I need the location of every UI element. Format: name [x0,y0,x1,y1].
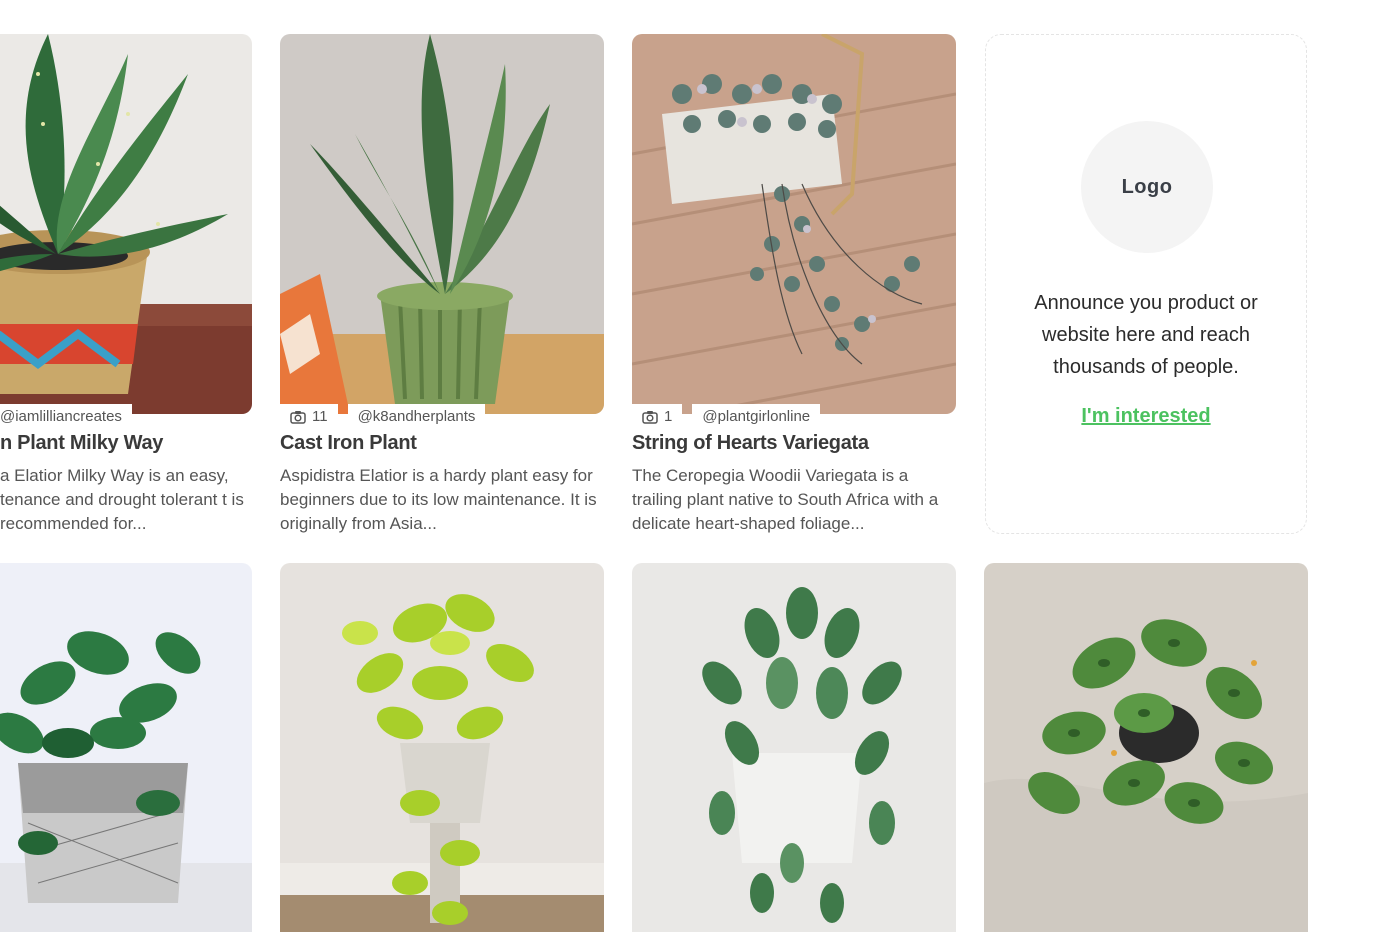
plant-photo-image [0,34,252,414]
plant-card[interactable]: 1 @plantgirlonline String of Hearts Vari… [632,34,956,533]
plant-gallery: @iamlilliancreates n Plant Milky Way a E… [0,0,1395,932]
plant-card[interactable] [280,563,604,932]
plant-photo-image [984,563,1308,932]
plant-photo[interactable] [0,34,252,414]
promo-card: Logo Announce you product or website her… [985,34,1307,534]
card-description: a Elatior Milky Way is an easy, tenance … [0,466,244,533]
photo-count: 11 [312,408,328,425]
photo-count: 1 [664,408,673,425]
plant-photo-image [280,563,604,932]
card-title[interactable]: Cast Iron Plant [280,432,620,455]
author-handle[interactable]: @k8andherplants [347,404,486,430]
plant-card[interactable]: 11 @k8andherplants Cast Iron Plant Aspid… [280,34,604,533]
author-handle[interactable]: @iamlilliancreates [0,404,132,430]
plant-photo-image [632,34,956,414]
author-handle[interactable]: @plantgirlonline [692,404,821,430]
logo-placeholder: Logo [1081,121,1213,253]
plant-photo-image [632,563,956,932]
card-meta: @iamlilliancreates [0,404,252,430]
plant-photo[interactable] [280,34,604,414]
interested-link[interactable]: I'm interested [986,405,1306,428]
plant-photo[interactable] [632,563,956,932]
plant-card[interactable] [984,563,1308,932]
promo-text: Announce you product or website here and… [1034,292,1258,378]
plant-photo[interactable] [280,563,604,932]
card-description: The Ceropegia Woodii Variegata is a trai… [632,466,939,533]
plant-card[interactable] [0,563,252,932]
camera-icon [290,411,306,424]
plant-card[interactable] [632,563,956,932]
photo-count-badge[interactable]: 1 [632,404,683,430]
card-title[interactable]: String of Hearts Variegata [632,432,972,455]
plant-photo[interactable] [632,34,956,414]
plant-photo-image [0,563,252,932]
camera-icon [642,411,658,424]
photo-count-badge[interactable]: 11 [280,404,338,430]
card-meta: 11 @k8andherplants [280,404,604,430]
card-description: Aspidistra Elatior is a hardy plant easy… [280,466,597,533]
plant-card[interactable]: @iamlilliancreates n Plant Milky Way a E… [0,34,252,533]
plant-photo[interactable] [0,563,252,932]
plant-photo-image [280,34,604,414]
plant-photo[interactable] [984,563,1308,932]
card-meta: 1 @plantgirlonline [632,404,956,430]
